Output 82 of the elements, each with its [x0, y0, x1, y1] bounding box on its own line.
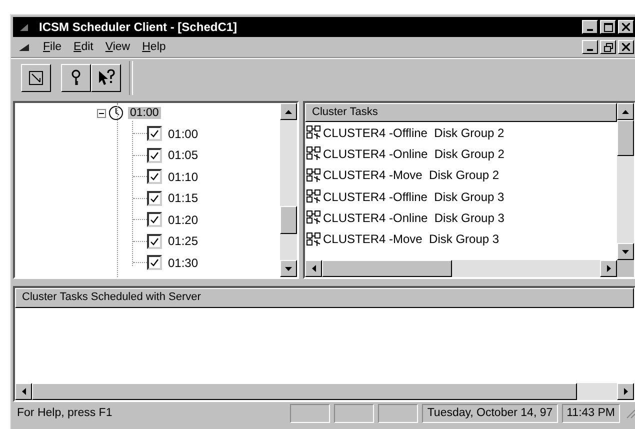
status-text: For Help, press F1 — [17, 407, 114, 419]
task-item[interactable]: CLUSTER4 -Online Disk Group 2 — [323, 146, 504, 161]
maximize-button[interactable] — [600, 20, 616, 34]
checkbox[interactable] — [147, 212, 162, 228]
task-item[interactable]: CLUSTER4 -Offline Disk Group 2 — [323, 126, 504, 140]
context-help-button[interactable] — [91, 64, 121, 92]
check-icon — [149, 257, 160, 268]
minimize-button[interactable] — [582, 20, 598, 34]
checkbox[interactable] — [147, 190, 162, 206]
down-arrow-icon — [622, 250, 629, 254]
app-icon[interactable] — [19, 22, 29, 32]
pointer-help-icon — [97, 69, 115, 87]
left-arrow-icon — [312, 265, 316, 272]
scrollbar-corner — [617, 260, 634, 277]
cluster-icon — [306, 168, 322, 183]
tree-node[interactable]: 01:00 — [128, 107, 161, 119]
column-header[interactable]: Cluster Tasks Scheduled with Server — [15, 288, 634, 308]
menu-item[interactable]: File — [43, 41, 62, 53]
minimize-button[interactable] — [582, 40, 598, 54]
menu-item[interactable]: View — [105, 41, 130, 53]
check-icon — [149, 150, 160, 161]
tree-item[interactable]: 01:15 — [168, 191, 198, 206]
horizontal-scrollbar[interactable] — [305, 260, 634, 277]
document-icon[interactable] — [19, 43, 29, 51]
checkbox[interactable] — [147, 148, 162, 163]
tree-item[interactable]: 01:30 — [168, 256, 198, 270]
window-icon — [28, 70, 44, 86]
checkbox[interactable] — [147, 169, 162, 184]
close-icon — [622, 23, 630, 31]
tree-item[interactable]: 01:05 — [168, 148, 198, 162]
down-arrow-icon — [285, 266, 292, 270]
tree-item[interactable]: 01:00 — [168, 126, 198, 141]
up-arrow-icon — [285, 110, 292, 114]
tree-item[interactable]: 01:25 — [168, 234, 198, 248]
restore-icon — [604, 42, 612, 52]
close-icon — [622, 43, 630, 51]
check-icon — [149, 192, 160, 204]
up-arrow-icon — [622, 110, 629, 114]
schedule-button[interactable] — [21, 64, 51, 92]
tree-item[interactable]: 01:10 — [168, 170, 198, 184]
right-arrow-icon — [606, 265, 610, 272]
checkbox[interactable] — [147, 126, 162, 142]
cluster-icon — [306, 125, 322, 140]
close-button[interactable] — [618, 20, 634, 34]
task-item[interactable]: CLUSTER4 -Online Disk Group 3 — [323, 210, 504, 225]
close-button[interactable] — [618, 40, 634, 54]
cluster-icon — [306, 189, 322, 204]
task-item[interactable]: CLUSTER4 -Move Disk Group 2 — [323, 168, 500, 182]
cluster-icon — [306, 146, 322, 162]
check-icon — [149, 128, 160, 140]
window-title: ICSM Scheduler Client - [SchedC1] — [39, 20, 238, 34]
resize-grip[interactable] — [624, 407, 635, 419]
check-icon — [149, 236, 160, 247]
maximize-icon — [604, 22, 612, 32]
status-date: Tuesday, October 14, 97 — [422, 404, 558, 422]
check-icon — [149, 214, 160, 226]
restore-button[interactable] — [600, 40, 616, 54]
scroll-thumb[interactable] — [322, 260, 452, 277]
status-pane — [378, 404, 418, 422]
task-item[interactable]: CLUSTER4 -Offline Disk Group 3 — [323, 190, 504, 204]
status-pane — [290, 404, 330, 422]
status-time: 11:43 PM — [562, 404, 620, 422]
vertical-scrollbar[interactable] — [280, 103, 297, 277]
column-header[interactable]: Cluster Tasks — [305, 103, 617, 122]
menu-item[interactable]: Help — [142, 41, 166, 53]
menu-item[interactable]: Edit — [74, 41, 94, 53]
right-arrow-icon — [624, 388, 628, 395]
collapse-icon[interactable] — [97, 108, 106, 118]
scroll-thumb[interactable] — [617, 120, 634, 156]
cluster-icon — [306, 210, 322, 226]
status-pane — [334, 404, 374, 422]
cluster-icon — [306, 232, 322, 247]
vertical-scrollbar[interactable] — [617, 103, 634, 260]
left-arrow-icon — [22, 388, 26, 395]
checkbox[interactable] — [147, 234, 162, 249]
task-item[interactable]: CLUSTER4 -Move Disk Group 3 — [323, 232, 500, 246]
tree-item[interactable]: 01:20 — [168, 212, 198, 227]
clock-icon — [108, 105, 124, 121]
scroll-thumb[interactable] — [280, 206, 297, 234]
checkbox[interactable] — [147, 255, 162, 270]
check-icon — [149, 171, 160, 182]
about-button[interactable] — [61, 64, 91, 92]
